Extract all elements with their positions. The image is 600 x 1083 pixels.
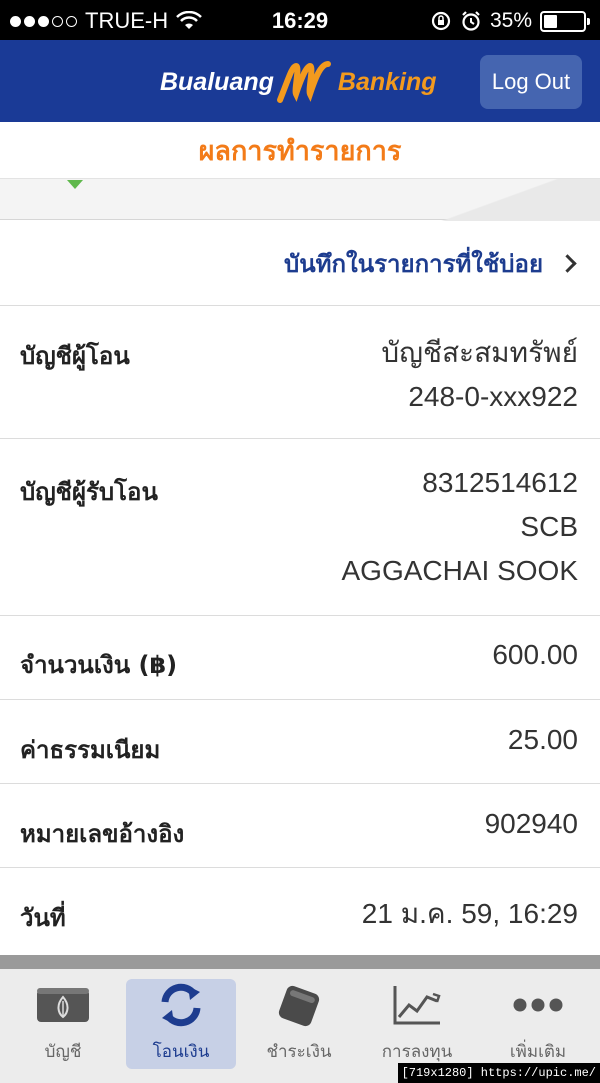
battery-percentage: 35%: [489, 9, 532, 32]
tab-investment[interactable]: การลงทุน: [362, 979, 472, 1069]
detail-row-amount: จำนวนเงิน (฿) 600.00: [0, 616, 600, 700]
detail-value: 902940: [484, 808, 578, 839]
battery-icon: [540, 10, 590, 32]
tab-payment[interactable]: ชำระเงิน: [244, 979, 354, 1069]
status-bar: TRUE-H 16:29 35%: [0, 0, 600, 40]
chart-icon: [393, 986, 441, 1025]
tab-transfer[interactable]: โอนเงิน: [126, 979, 236, 1069]
detail-row-sender: บัญชีผู้โอน บัญชีสะสมทรัพย์ 248-0-xxx922: [0, 306, 600, 439]
page-title: ผลการทำรายการ: [198, 135, 402, 167]
chevron-right-icon: [558, 253, 577, 273]
detail-row-reference: หมายเลขอ้างอิง 902940: [0, 784, 600, 868]
detail-row-receiver: บัญชีผู้รับโอน 8312514612 SCB AGGACHAI S…: [0, 439, 600, 616]
m-logo-icon: [276, 61, 331, 103]
step-indicator-icon: [67, 180, 83, 189]
detail-value: 600.00: [492, 639, 578, 670]
detail-value: 21 ม.ค. 59, 16:29: [361, 898, 578, 929]
detail-label: บัญชีผู้รับโอน: [20, 478, 158, 506]
detail-value: AGGACHAI SOOK: [341, 555, 579, 586]
wallet-icon: [278, 985, 320, 1027]
detail-label: จำนวนเงิน (฿): [20, 651, 178, 679]
detail-value: บัญชีสะสมทรัพย์: [381, 337, 578, 368]
bualuang-mbanking-logo: Bualuang Banking: [160, 60, 437, 104]
detail-row-date: วันที่ 21 ม.ค. 59, 16:29: [0, 868, 600, 955]
rotation-lock-icon: [431, 11, 451, 31]
page-title-bar: ผลการทำรายการ: [0, 122, 600, 178]
detail-label: วันที่: [20, 904, 66, 932]
tab-more[interactable]: เพิ่มเติม: [483, 979, 593, 1069]
tab-label: โอนเงิน: [152, 1042, 210, 1062]
transfer-arrows-icon: [161, 983, 201, 1027]
detail-label: บัญชีผู้โอน: [20, 342, 130, 370]
detail-value: 248-0-xxx922: [408, 381, 578, 412]
detail-value: SCB: [520, 511, 578, 542]
detail-row-fee: ค่าธรรมเนียม 25.00: [0, 700, 600, 784]
detail-value: 25.00: [507, 724, 578, 755]
detail-label: ค่าธรรมเนียม: [20, 736, 161, 764]
detail-label: หมายเลขอ้างอิง: [20, 820, 185, 848]
detail-value: 8312514612: [422, 467, 578, 498]
alarm-icon: [462, 11, 480, 31]
app-screen: TRUE-H 16:29 35% Bualuang Banking Log Ou…: [0, 0, 600, 1083]
logout-button[interactable]: Log Out: [480, 55, 582, 109]
progress-stepper: [0, 178, 600, 221]
save-to-favorites-link[interactable]: บันทึกในรายการที่ใช้บ่อย: [0, 221, 600, 306]
favorite-link-label: บันทึกในรายการที่ใช้บ่อย: [284, 249, 543, 278]
image-watermark: [719x1280] https://upic.me/: [397, 1063, 600, 1083]
tab-label: ชำระเงิน: [266, 1042, 332, 1062]
tab-label: บัญชี: [44, 1042, 82, 1062]
tab-accounts[interactable]: บัญชี: [8, 979, 118, 1069]
tab-label: เพิ่มเติม: [509, 1042, 567, 1062]
app-header: Bualuang Banking Log Out: [0, 40, 600, 122]
more-dots-icon: [513, 998, 563, 1012]
wallet-leaf-icon: [37, 988, 89, 1022]
tab-label: การลงทุน: [381, 1042, 453, 1062]
